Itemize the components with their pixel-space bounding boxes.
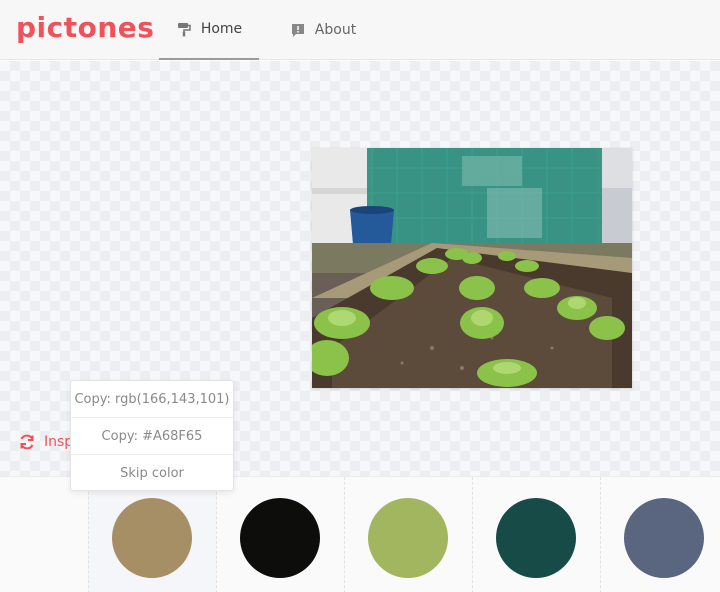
refresh-icon: [20, 434, 34, 450]
skip-color-item[interactable]: Skip color: [71, 455, 233, 492]
color-swatch[interactable]: [112, 498, 192, 578]
info-icon: [291, 24, 304, 37]
color-swatch[interactable]: [624, 498, 704, 578]
logo-text: pictones: [16, 11, 155, 44]
paint-roller-icon: [177, 23, 191, 37]
color-swatch[interactable]: [496, 498, 576, 578]
tab-home-label: Home: [200, 21, 243, 37]
swatch-cell: [216, 477, 344, 592]
swatch-cell: [88, 477, 216, 592]
swatch-cell: [600, 477, 720, 592]
tab-about[interactable]: About: [278, 0, 368, 60]
tab-home[interactable]: Home: [159, 0, 259, 60]
logo[interactable]: pictones: [16, 11, 154, 44]
color-context-menu: Copy: rgb(166,143,101) Copy: #A68F65 Ski…: [70, 380, 234, 491]
photo-illustration: [312, 148, 632, 388]
tab-about-label: About: [314, 22, 357, 38]
swatch-cell: [472, 477, 600, 592]
header: pictones Home About: [0, 0, 720, 60]
source-photo[interactable]: [312, 148, 632, 388]
color-swatch[interactable]: [368, 498, 448, 578]
color-swatch[interactable]: [240, 498, 320, 578]
swatch-cell: [344, 477, 472, 592]
copy-rgb-item[interactable]: Copy: rgb(166,143,101): [71, 381, 233, 418]
color-palette: [0, 476, 720, 592]
copy-hex-item[interactable]: Copy: #A68F65: [71, 418, 233, 455]
